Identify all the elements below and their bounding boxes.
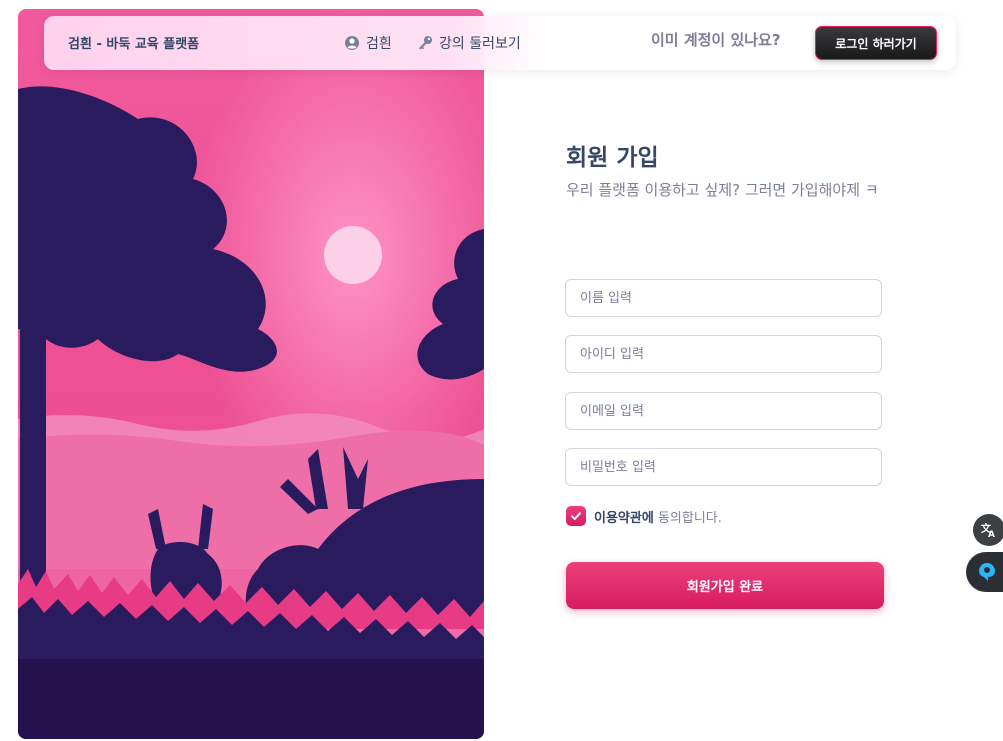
signup-submit-button[interactable]: 회원가입 완료 (566, 562, 884, 609)
email-input[interactable] (565, 392, 882, 430)
svg-text:A: A (988, 530, 995, 539)
nav-link-profile[interactable]: 검흰 (344, 33, 392, 53)
password-input[interactable] (565, 448, 882, 486)
translate-icon: 文 A (981, 522, 995, 539)
top-navbar: 검흰 - 바둑 교육 플랫폼 검흰 강의 둘러보기 이미 계정이 있나요? 로그… (44, 16, 956, 70)
assistant-icon (979, 563, 995, 581)
terms-label: 이용약관에 동의합니다. (594, 507, 722, 526)
name-input[interactable] (565, 279, 882, 317)
terms-label-rest: 동의합니다. (653, 510, 722, 526)
terms-agreement: 이용약관에 동의합니다. (566, 506, 722, 526)
brand-title[interactable]: 검흰 - 바둑 교육 플랫폼 (68, 33, 199, 52)
translate-button[interactable]: 文 A (973, 514, 1003, 546)
assistant-button[interactable] (966, 552, 1003, 592)
have-account-text: 이미 계정이 있나요? (651, 31, 781, 49)
terms-checkbox[interactable] (566, 506, 586, 526)
username-input[interactable] (565, 335, 882, 373)
terms-link[interactable]: 이용약관에 (594, 511, 654, 526)
key-icon (417, 35, 433, 51)
page-subtitle: 우리 플랫폼 이용하고 싶제? 그러면 가입해야제 ㅋ (566, 181, 879, 199)
nav-link-courses-label: 강의 둘러보기 (439, 36, 521, 52)
user-circle-icon (344, 35, 360, 51)
hero-illustration (18, 9, 484, 739)
checkmark-icon (571, 512, 581, 520)
page-title: 회원 가입 (566, 145, 659, 171)
login-button[interactable]: 로그인 하러가기 (815, 26, 937, 60)
nav-link-courses[interactable]: 강의 둘러보기 (417, 33, 521, 53)
nav-link-profile-label: 검흰 (366, 36, 392, 52)
